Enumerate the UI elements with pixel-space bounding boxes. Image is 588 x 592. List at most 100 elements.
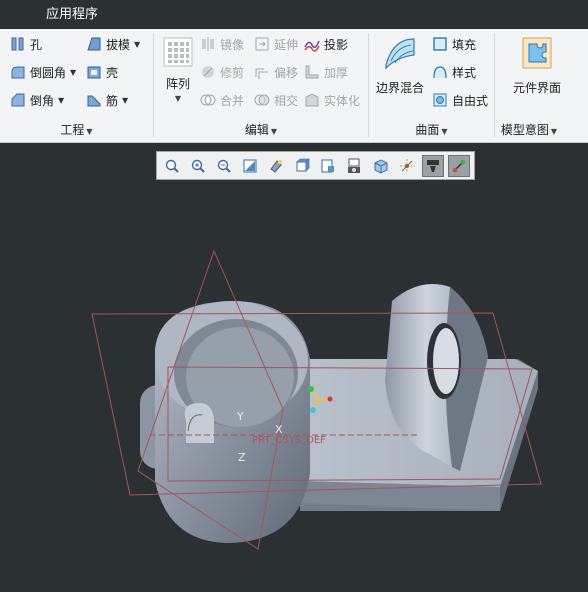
refit-icon bbox=[165, 159, 179, 173]
intersect-icon bbox=[254, 94, 270, 106]
component-interface-icon bbox=[522, 37, 552, 69]
group-label-engineering[interactable]: 工程 ▼ bbox=[0, 122, 153, 138]
offset-button[interactable]: 偏移 bbox=[254, 61, 298, 83]
thicken-button[interactable]: 加厚 bbox=[304, 61, 348, 83]
mirror-button[interactable]: 镜像 bbox=[200, 33, 244, 55]
mirror-label: 镜像 bbox=[220, 37, 245, 52]
chamfer-button[interactable]: 倒角 ▼ bbox=[10, 89, 64, 111]
project-button[interactable]: 投影 bbox=[304, 33, 348, 55]
style-icon bbox=[433, 66, 447, 79]
ribbon: 孔 拔模 ▼ 倒圆角 ▼ 壳 倒角 ▼ 筋 ▼ 工程 ▼ 阵列 ▼ 镜像 延伸 … bbox=[0, 29, 588, 143]
hole-icon bbox=[11, 37, 24, 51]
rib-label: 筋 bbox=[106, 93, 119, 108]
shell-button[interactable]: 壳 bbox=[86, 61, 118, 83]
axis-x-handle bbox=[327, 396, 333, 402]
chevron-down-icon[interactable]: ▼ bbox=[134, 40, 140, 49]
draft-button[interactable]: 拔模 ▼ bbox=[86, 33, 140, 55]
axis-label-y: Y bbox=[236, 410, 244, 423]
display-style-button[interactable] bbox=[265, 155, 287, 177]
fill-button[interactable]: 填充 bbox=[432, 33, 476, 55]
repaint-icon bbox=[243, 159, 257, 172]
solidify-label: 实体化 bbox=[324, 93, 361, 108]
rib-icon bbox=[87, 95, 101, 107]
offset-icon bbox=[255, 68, 268, 79]
freestyle-button[interactable]: 自由式 bbox=[432, 89, 488, 111]
view-manager-button[interactable] bbox=[317, 155, 339, 177]
spin-center-button[interactable] bbox=[396, 155, 418, 177]
group-label-editing[interactable]: 编辑 ▼ bbox=[154, 122, 368, 138]
cylinder-boss[interactable] bbox=[140, 301, 310, 543]
chamfer-icon bbox=[11, 93, 25, 107]
model-view[interactable]: Y X Z PRT_CSYS_DEF bbox=[0, 181, 588, 589]
boundary-blend-button[interactable]: 边界混合 bbox=[373, 35, 427, 96]
solidify-button[interactable]: 实体化 bbox=[304, 89, 360, 111]
repaint-button[interactable] bbox=[239, 155, 261, 177]
chamfer-label: 倒角 bbox=[30, 93, 55, 108]
chevron-down-icon[interactable]: ▼ bbox=[70, 68, 76, 77]
fill-icon bbox=[433, 37, 447, 51]
mirror-icon bbox=[202, 37, 214, 51]
saved-orientations-button[interactable] bbox=[291, 155, 313, 177]
thicken-icon bbox=[305, 65, 319, 79]
camera-icon bbox=[348, 158, 361, 173]
chevron-down-icon[interactable]: ▼ bbox=[58, 96, 64, 105]
caret-down-icon: ▼ bbox=[270, 127, 278, 136]
fill-label: 填充 bbox=[452, 37, 477, 52]
freestyle-icon bbox=[433, 93, 447, 107]
datum-display-icon bbox=[452, 159, 466, 172]
hole-button[interactable]: 孔 bbox=[10, 33, 42, 55]
project-label: 投影 bbox=[324, 37, 349, 52]
refit-button[interactable] bbox=[161, 155, 183, 177]
extend-button[interactable]: 延伸 bbox=[254, 33, 298, 55]
trim-icon bbox=[202, 66, 214, 78]
hole-label: 孔 bbox=[30, 37, 43, 52]
spin-center-icon bbox=[399, 158, 414, 173]
group-model-intent: 元件界面 模型意图 ▼ bbox=[495, 29, 588, 142]
graphics-area[interactable]: Y X Z PRT_CSYS_DEF bbox=[0, 181, 588, 589]
group-label-surface[interactable]: 曲面 ▼ bbox=[369, 122, 494, 138]
round-label: 倒圆角 bbox=[30, 65, 67, 80]
shell-icon bbox=[87, 66, 101, 79]
round-icon bbox=[11, 66, 25, 79]
solidify-icon bbox=[305, 93, 319, 107]
tab-applications[interactable]: 应用程序 bbox=[38, 0, 106, 29]
intersect-button[interactable]: 相交 bbox=[254, 89, 298, 111]
named-view-icon bbox=[374, 158, 388, 174]
pattern-icon bbox=[163, 37, 193, 67]
group-editing: 阵列 ▼ 镜像 延伸 投影 修剪 偏移 加厚 合并 相交 实体化 编辑 ▼ bbox=[154, 29, 368, 142]
rib-button[interactable]: 筋 ▼ bbox=[86, 89, 128, 111]
editing-label: 编辑 bbox=[244, 123, 269, 137]
zoom-in-button[interactable] bbox=[187, 155, 209, 177]
axis-z-handle bbox=[310, 407, 316, 413]
view-manager-icon bbox=[321, 159, 335, 172]
pattern-label: 阵列 bbox=[165, 77, 190, 91]
freestyle-label: 自由式 bbox=[452, 93, 489, 108]
zoom-in-icon bbox=[191, 159, 205, 173]
zoom-out-icon bbox=[217, 159, 231, 173]
zoom-out-button[interactable] bbox=[213, 155, 235, 177]
annotation-display-button[interactable] bbox=[421, 154, 444, 177]
round-button[interactable]: 倒圆角 ▼ bbox=[10, 61, 76, 83]
chevron-down-icon[interactable]: ▼ bbox=[175, 94, 181, 103]
pattern-button[interactable]: 阵列 ▼ bbox=[160, 37, 196, 103]
title-bar: 应用程序 bbox=[0, 0, 588, 29]
chevron-down-icon[interactable]: ▼ bbox=[122, 96, 128, 105]
perspective-button[interactable] bbox=[344, 155, 366, 177]
draft-label: 拔模 bbox=[106, 37, 131, 52]
in-graphics-toolbar bbox=[156, 151, 475, 180]
boundary-blend-icon bbox=[385, 38, 415, 70]
annotation-display-icon bbox=[426, 159, 439, 172]
thicken-label: 加厚 bbox=[324, 65, 349, 80]
axis-y-handle bbox=[308, 386, 314, 392]
trim-button[interactable]: 修剪 bbox=[200, 61, 244, 83]
intersect-label: 相交 bbox=[274, 93, 299, 108]
surface-label: 曲面 bbox=[415, 123, 440, 137]
extend-icon bbox=[255, 37, 269, 51]
datum-display-button[interactable] bbox=[447, 154, 470, 177]
merge-button[interactable]: 合并 bbox=[200, 89, 244, 111]
csys-label: PRT_CSYS_DEF bbox=[252, 435, 326, 446]
style-button[interactable]: 样式 bbox=[432, 61, 476, 83]
component-interface-button[interactable]: 元件界面 bbox=[503, 35, 571, 96]
group-label-model-intent[interactable]: 模型意图 ▼ bbox=[495, 122, 563, 138]
named-view-button[interactable] bbox=[370, 155, 392, 177]
